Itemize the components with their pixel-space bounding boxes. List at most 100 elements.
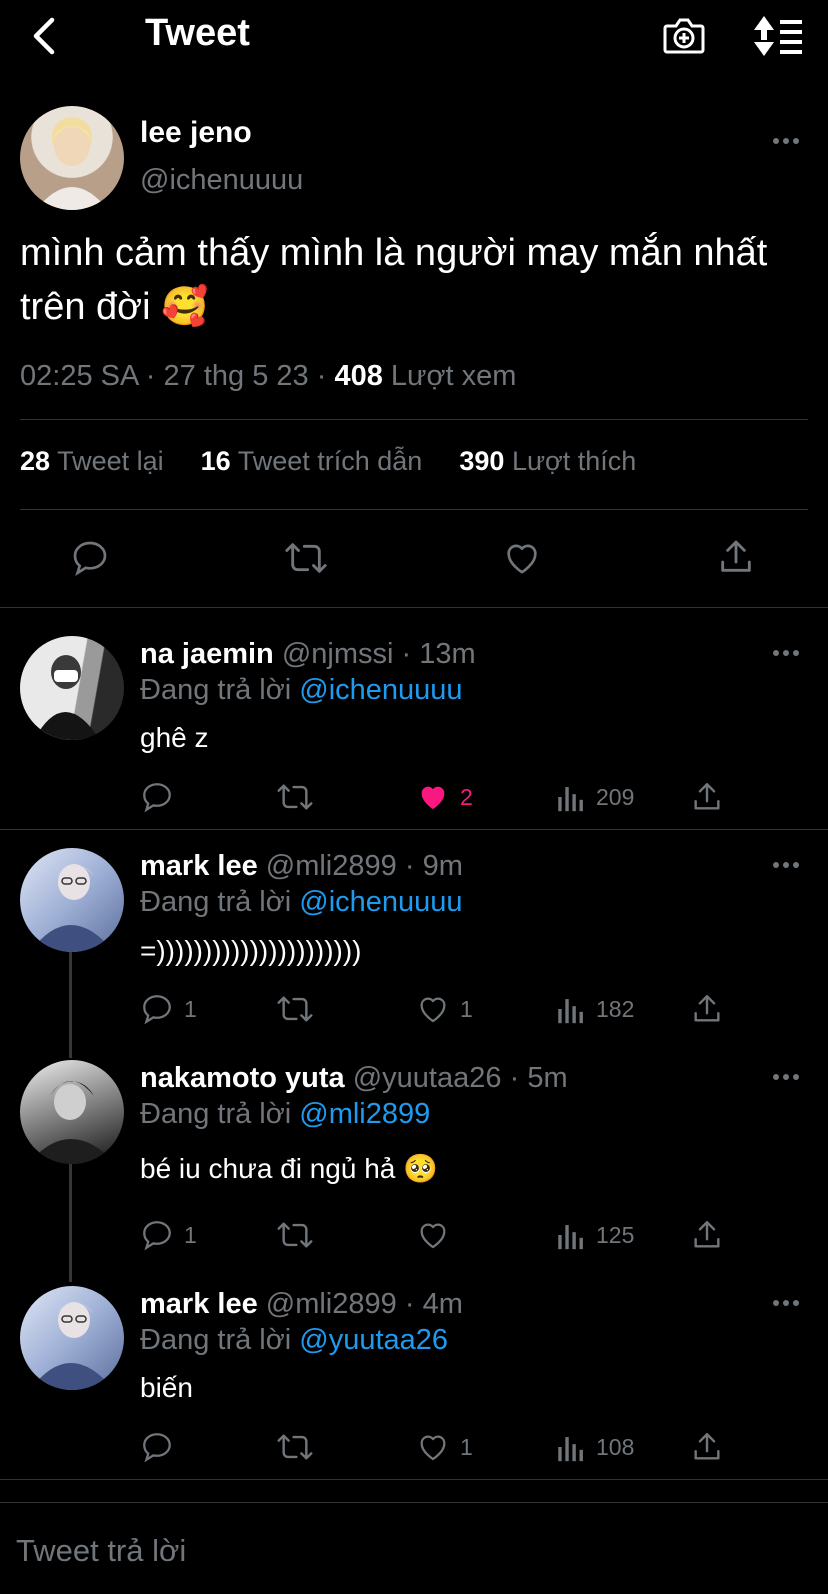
replying-to-link[interactable]: @ichenuuuu [299,674,462,706]
reply-text: biến [140,1372,193,1403]
views-count: 125 [596,1221,635,1248]
retweet-icon[interactable] [284,538,328,578]
reply-button[interactable]: 1 [140,1218,197,1252]
retweet-button[interactable] [276,1218,314,1252]
avatar-photo-icon [36,126,108,210]
more-options-icon[interactable] [772,1072,800,1082]
retweet-button[interactable] [276,992,314,1026]
tweet-date: 27 thg 5 23 [163,360,309,392]
quotes-stat[interactable]: 16 Tweet trích dẫn [201,446,423,476]
sort-icon[interactable] [752,14,806,58]
retweets-stat[interactable]: 28 Tweet lại [20,446,164,476]
reply-author-name[interactable]: mark lee [140,850,258,882]
replying-to: Đang trả lời @yuutaa26 [140,1324,449,1356]
like-button[interactable]: 1 [416,992,473,1026]
reply-icon [143,783,171,813]
divider [20,419,808,420]
reply-header: nakamoto yuta @yuutaa26 · 5m [140,1062,568,1094]
tweet-stats: 28 Tweet lại 16 Tweet trích dẫn 390 Lượt… [20,446,636,477]
reply-author-handle[interactable]: @njmssi [282,638,394,670]
reply-time: 13m [419,638,476,670]
heart-filled-icon [421,786,445,810]
avatar[interactable] [20,1286,124,1390]
thread-connector [69,950,72,1058]
views-button[interactable]: 209 [556,780,634,814]
views-button[interactable]: 125 [556,1218,634,1252]
like-button[interactable]: 1 [416,1430,473,1464]
like-button[interactable] [416,1218,460,1252]
share-icon[interactable] [690,1429,724,1465]
bar-chart-icon [558,787,583,812]
reply-text: bé iu chưa đi ngủ hả 🥺 [140,1152,438,1185]
reply-time: 5m [527,1062,568,1094]
like-button[interactable]: 2 [416,780,473,814]
reply-author-handle[interactable]: @mli2899 [266,850,397,882]
reply-header: na jaemin @njmssi · 13m [140,638,476,670]
smiling-hearts-emoji: 🥰 [161,286,209,328]
share-icon[interactable] [690,991,724,1027]
reply-button[interactable] [140,780,184,814]
author-handle[interactable]: @ichenuuuu [140,164,303,197]
views-count: 108 [596,1433,635,1460]
reply-text: ghê z [140,722,209,753]
avatar-photo-icon [28,1081,116,1164]
reply-icon [143,1433,171,1463]
replying-to-link[interactable]: @ichenuuuu [299,886,462,918]
retweet-button[interactable] [276,780,314,814]
replying-to-link[interactable]: @yuutaa26 [299,1324,448,1356]
divider [0,607,828,608]
like-count: 1 [460,1433,473,1460]
retweet-icon [277,1434,313,1460]
pleading-face-emoji: 🥺 [403,1153,439,1184]
reply-composer-input[interactable]: Tweet trả lời [16,1533,806,1569]
tweet-time: 02:25 SA [20,360,138,392]
share-icon[interactable] [690,1217,724,1253]
tweet-body: mình cảm thấy mình là người may mắn nhất… [20,232,768,328]
like-count: 2 [460,783,473,810]
like-icon[interactable] [502,538,542,578]
views-button[interactable]: 108 [556,1430,634,1464]
reply-body: bé iu chưa đi ngủ hả [140,1153,396,1184]
replying-to: Đang trả lời @mli2899 [140,1098,431,1130]
thread-connector [69,1164,72,1282]
camera-plus-icon[interactable] [662,14,706,58]
avatar[interactable] [20,1060,124,1164]
reply-author-name[interactable]: nakamoto yuta [140,1062,345,1094]
share-icon[interactable] [690,779,724,815]
divider [0,829,828,830]
reply-icon [143,995,171,1025]
reply-author-handle[interactable]: @yuutaa26 [353,1062,502,1094]
page-title: Tweet [145,12,250,54]
heart-icon [420,997,446,1023]
reply-author-name[interactable]: na jaemin [140,638,274,670]
more-options-icon[interactable] [772,1298,800,1308]
bar-chart-icon [558,1225,583,1250]
reply-button[interactable]: 1 [140,992,197,1026]
likes-stat[interactable]: 390 Lượt thích [459,446,636,476]
retweet-button[interactable] [276,1430,314,1464]
share-icon[interactable] [716,536,756,578]
like-count: 1 [460,995,473,1022]
author-name[interactable]: lee jeno [140,116,252,150]
reply-button[interactable] [140,1430,184,1464]
more-options-icon[interactable] [772,648,800,658]
views-button[interactable]: 182 [556,992,634,1026]
divider [0,1479,828,1480]
back-arrow-icon[interactable] [28,14,64,58]
avatar[interactable] [20,848,124,952]
tweet-text: mình cảm thấy mình là người may mắn nhất… [20,226,780,334]
more-options-icon[interactable] [772,136,800,146]
replying-to-link[interactable]: @mli2899 [299,1098,430,1130]
reply-author-handle[interactable]: @mli2899 [266,1288,397,1320]
avatar[interactable] [20,106,124,210]
divider [20,509,808,510]
replying-to: Đang trả lời @ichenuuuu [140,886,463,918]
retweet-icon [277,996,313,1022]
reply-count: 1 [184,1221,197,1248]
avatar-photo-icon [30,1302,114,1390]
bar-chart-icon [558,999,583,1024]
reply-author-name[interactable]: mark lee [140,1288,258,1320]
more-options-icon[interactable] [772,860,800,870]
avatar[interactable] [20,636,124,740]
reply-icon[interactable] [70,538,110,578]
